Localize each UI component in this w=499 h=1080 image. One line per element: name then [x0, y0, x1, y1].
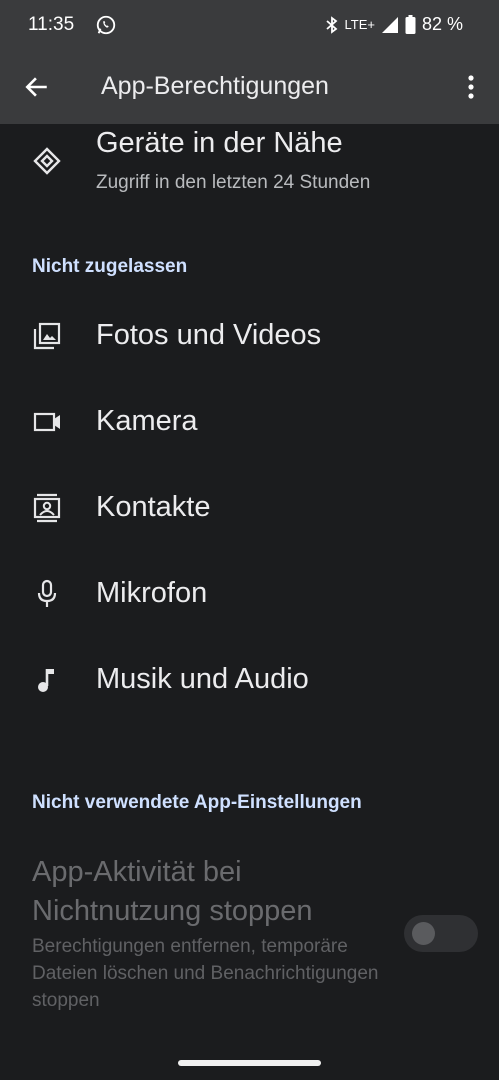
- music-note-icon: [38, 669, 54, 692]
- camera-icon: [33, 412, 60, 432]
- toggle-knob: [412, 922, 435, 945]
- status-bar: 11:35 LTE+ 82 %: [0, 0, 499, 50]
- unused-setting-title: App-Aktivität bei Nichtnutzung stoppen: [32, 856, 313, 927]
- gesture-nav-handle[interactable]: [178, 1060, 321, 1066]
- permission-label: Geräte in der Nähe: [96, 127, 343, 159]
- permission-label: Fotos und Videos: [96, 319, 322, 351]
- whatsapp-icon: [96, 15, 116, 35]
- permission-label: Musik und Audio: [96, 663, 309, 695]
- signal-icon: [381, 16, 398, 33]
- bluetooth-icon: [325, 15, 337, 34]
- permission-label: Mikrofon: [96, 577, 208, 609]
- permission-sublabel: Zugriff in den letzten 24 Stunden: [96, 172, 371, 193]
- photos-icon: [33, 322, 61, 350]
- section-header-unused-apps: Nicht verwendete App-Einstellungen: [32, 792, 362, 813]
- pause-app-activity-toggle[interactable]: [404, 915, 478, 952]
- nearby-devices-icon: [33, 147, 61, 175]
- battery-percent: 82 %: [421, 14, 463, 34]
- contacts-icon: [33, 493, 61, 523]
- more-vert-icon[interactable]: [465, 74, 477, 100]
- permission-item-contacts[interactable]: Kontakte: [0, 472, 499, 544]
- permission-item-nearby-devices[interactable]: Geräte in der Nähe Zugriff in den letzte…: [0, 124, 499, 214]
- battery-icon: [405, 15, 416, 34]
- back-arrow-icon[interactable]: [24, 74, 50, 100]
- permission-label: Kontakte: [96, 491, 211, 523]
- permission-label: Kamera: [96, 405, 198, 437]
- page-title: App-Berechtigungen: [101, 72, 329, 100]
- permission-item-photos[interactable]: Fotos und Videos: [0, 300, 499, 372]
- permission-item-microphone[interactable]: Mikrofon: [0, 558, 499, 630]
- status-icons: LTE+ 82 %: [325, 14, 463, 35]
- permission-item-camera[interactable]: Kamera: [0, 386, 499, 458]
- microphone-icon: [37, 579, 57, 607]
- app-bar: App-Berechtigungen: [0, 50, 499, 124]
- status-time: 11:35: [28, 14, 75, 35]
- permission-item-music-audio[interactable]: Musik und Audio: [0, 644, 499, 716]
- network-type: LTE+: [344, 17, 375, 32]
- unused-setting-description: Berechtigungen entfernen, temporäre Date…: [32, 936, 379, 1011]
- section-header-not-allowed: Nicht zugelassen: [32, 256, 188, 277]
